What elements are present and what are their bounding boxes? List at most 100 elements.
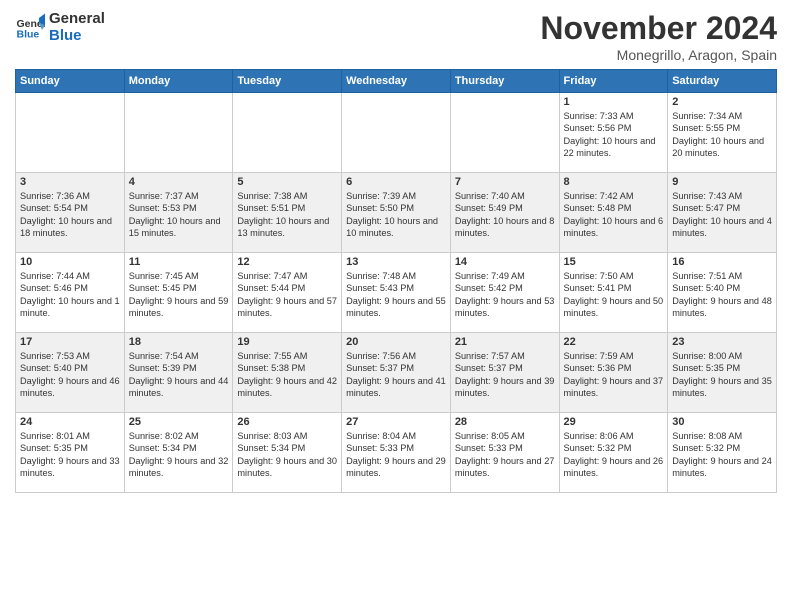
- day-info: Sunrise: 7:50 AM Sunset: 5:41 PM Dayligh…: [564, 270, 664, 320]
- calendar-cell: 27Sunrise: 8:04 AM Sunset: 5:33 PM Dayli…: [342, 413, 451, 493]
- day-number: 10: [20, 256, 120, 268]
- weekday-header-monday: Monday: [124, 70, 233, 93]
- calendar-cell: 3 Sunrise: 7:36 AM Sunset: 5:54 PM Daylig…: [16, 173, 125, 253]
- calendar-cell: 19Sunrise: 7:55 AM Sunset: 5:38 PM Dayli…: [233, 333, 342, 413]
- calendar-week-1: 1 Sunrise: 7:33 AM Sunset: 5:56 PM Daylig…: [16, 93, 777, 173]
- calendar-cell: 2Sunrise: 7:34 AM Sunset: 5:55 PM Daylig…: [668, 93, 777, 173]
- calendar-cell: 30 Sunrise: 8:08 AM Sunset: 5:32 PM Dayli…: [668, 413, 777, 493]
- day-info: Sunrise: 7:43 AM Sunset: 5:47 PM Dayligh…: [672, 190, 772, 240]
- weekday-header-tuesday: Tuesday: [233, 70, 342, 93]
- calendar-cell: 9 Sunrise: 7:43 AM Sunset: 5:47 PM Daylig…: [668, 173, 777, 253]
- day-info: Sunrise: 8:08 AM Sunset: 5:32 PM Dayligh…: [672, 430, 772, 480]
- day-info: Sunrise: 7:59 AM Sunset: 5:36 PM Dayligh…: [564, 350, 664, 400]
- day-number: 13: [346, 256, 446, 268]
- day-number: 26: [237, 416, 337, 428]
- day-info: Sunrise: 8:03 AM Sunset: 5:34 PM Dayligh…: [237, 430, 337, 480]
- calendar-cell: 29 Sunrise: 8:06 AM Sunset: 5:32 PM Dayli…: [559, 413, 668, 493]
- day-number: 7: [455, 176, 555, 188]
- logo-line1: General: [49, 10, 105, 27]
- day-number: 23: [672, 336, 772, 348]
- day-info: Sunrise: 8:05 AM Sunset: 5:33 PM Dayligh…: [455, 430, 555, 480]
- day-number: 18: [129, 336, 229, 348]
- day-number: 3: [20, 176, 120, 188]
- calendar-cell: 18 Sunrise: 7:54 AM Sunset: 5:39 PM Dayli…: [124, 333, 233, 413]
- calendar-cell: 6 Sunrise: 7:39 AM Sunset: 5:50 PM Daylig…: [342, 173, 451, 253]
- day-info: Sunrise: 7:38 AM Sunset: 5:51 PM Dayligh…: [237, 190, 337, 240]
- day-number: 22: [564, 336, 664, 348]
- calendar-cell: 16 Sunrise: 7:51 AM Sunset: 5:40 PM Dayli…: [668, 253, 777, 333]
- calendar-cell: 11Sunrise: 7:45 AM Sunset: 5:45 PM Dayli…: [124, 253, 233, 333]
- weekday-header-sunday: Sunday: [16, 70, 125, 93]
- calendar-cell: 24 Sunrise: 8:01 AM Sunset: 5:35 PM Dayli…: [16, 413, 125, 493]
- day-info: Sunrise: 7:47 AM Sunset: 5:44 PM Dayligh…: [237, 270, 337, 320]
- calendar-cell: [16, 93, 125, 173]
- day-info: Sunrise: 7:48 AM Sunset: 5:43 PM Dayligh…: [346, 270, 446, 320]
- day-info: Sunrise: 7:40 AM Sunset: 5:49 PM Dayligh…: [455, 190, 555, 240]
- day-number: 27: [346, 416, 446, 428]
- calendar-table: SundayMondayTuesdayWednesdayThursdayFrid…: [15, 69, 777, 493]
- weekday-header-wednesday: Wednesday: [342, 70, 451, 93]
- day-info: Sunrise: 8:06 AM Sunset: 5:32 PM Dayligh…: [564, 430, 664, 480]
- calendar-cell: [233, 93, 342, 173]
- day-number: 16: [672, 256, 772, 268]
- day-number: 1: [564, 96, 664, 108]
- day-info: Sunrise: 7:42 AM Sunset: 5:48 PM Dayligh…: [564, 190, 664, 240]
- calendar-cell: 5 Sunrise: 7:38 AM Sunset: 5:51 PM Daylig…: [233, 173, 342, 253]
- day-number: 8: [564, 176, 664, 188]
- calendar-body: 1 Sunrise: 7:33 AM Sunset: 5:56 PM Daylig…: [16, 93, 777, 493]
- logo-icon: General Blue: [15, 12, 45, 42]
- calendar-cell: 7 Sunrise: 7:40 AM Sunset: 5:49 PM Daylig…: [450, 173, 559, 253]
- calendar-cell: 28 Sunrise: 8:05 AM Sunset: 5:33 PM Dayli…: [450, 413, 559, 493]
- weekday-header-thursday: Thursday: [450, 70, 559, 93]
- calendar-cell: 17Sunrise: 7:53 AM Sunset: 5:40 PM Dayli…: [16, 333, 125, 413]
- calendar-week-4: 17Sunrise: 7:53 AM Sunset: 5:40 PM Dayli…: [16, 333, 777, 413]
- calendar-cell: 10 Sunrise: 7:44 AM Sunset: 5:46 PM Dayli…: [16, 253, 125, 333]
- calendar-cell: 26 Sunrise: 8:03 AM Sunset: 5:34 PM Dayli…: [233, 413, 342, 493]
- day-number: 28: [455, 416, 555, 428]
- day-number: 24: [20, 416, 120, 428]
- calendar-cell: [124, 93, 233, 173]
- day-number: 30: [672, 416, 772, 428]
- calendar-week-5: 24 Sunrise: 8:01 AM Sunset: 5:35 PM Dayli…: [16, 413, 777, 493]
- calendar-cell: 23 Sunrise: 8:00 AM Sunset: 5:35 PM Dayli…: [668, 333, 777, 413]
- calendar-cell: 8 Sunrise: 7:42 AM Sunset: 5:48 PM Daylig…: [559, 173, 668, 253]
- day-info: Sunrise: 7:53 AM Sunset: 5:40 PM Dayligh…: [20, 350, 120, 400]
- svg-text:Blue: Blue: [17, 29, 40, 41]
- day-info: Sunrise: 7:39 AM Sunset: 5:50 PM Dayligh…: [346, 190, 446, 240]
- weekday-header-friday: Friday: [559, 70, 668, 93]
- day-info: Sunrise: 7:36 AM Sunset: 5:54 PM Dayligh…: [20, 190, 120, 240]
- day-number: 19: [237, 336, 337, 348]
- day-number: 9: [672, 176, 772, 188]
- calendar-cell: 4 Sunrise: 7:37 AM Sunset: 5:53 PM Daylig…: [124, 173, 233, 253]
- day-number: 4: [129, 176, 229, 188]
- day-info: Sunrise: 8:02 AM Sunset: 5:34 PM Dayligh…: [129, 430, 229, 480]
- day-number: 14: [455, 256, 555, 268]
- day-number: 11: [129, 256, 229, 268]
- day-info: Sunrise: 8:01 AM Sunset: 5:35 PM Dayligh…: [20, 430, 120, 480]
- month-title: November 2024: [540, 10, 777, 47]
- calendar-cell: 14Sunrise: 7:49 AM Sunset: 5:42 PM Dayli…: [450, 253, 559, 333]
- calendar-week-3: 10 Sunrise: 7:44 AM Sunset: 5:46 PM Dayli…: [16, 253, 777, 333]
- calendar-cell: 21Sunrise: 7:57 AM Sunset: 5:37 PM Dayli…: [450, 333, 559, 413]
- day-number: 12: [237, 256, 337, 268]
- calendar-header-row: SundayMondayTuesdayWednesdayThursdayFrid…: [16, 70, 777, 93]
- calendar-cell: 20Sunrise: 7:56 AM Sunset: 5:37 PM Dayli…: [342, 333, 451, 413]
- day-number: 6: [346, 176, 446, 188]
- day-info: Sunrise: 7:44 AM Sunset: 5:46 PM Dayligh…: [20, 270, 120, 320]
- day-info: Sunrise: 7:37 AM Sunset: 5:53 PM Dayligh…: [129, 190, 229, 240]
- day-number: 29: [564, 416, 664, 428]
- main-container: General Blue General Blue November 2024 …: [0, 0, 792, 503]
- weekday-header-saturday: Saturday: [668, 70, 777, 93]
- calendar-cell: 13 Sunrise: 7:48 AM Sunset: 5:43 PM Dayli…: [342, 253, 451, 333]
- day-info: Sunrise: 7:56 AM Sunset: 5:37 PM Dayligh…: [346, 350, 446, 400]
- day-info: Sunrise: 7:54 AM Sunset: 5:39 PM Dayligh…: [129, 350, 229, 400]
- day-number: 5: [237, 176, 337, 188]
- day-info: Sunrise: 8:00 AM Sunset: 5:35 PM Dayligh…: [672, 350, 772, 400]
- day-info: Sunrise: 7:33 AM Sunset: 5:56 PM Dayligh…: [564, 110, 664, 160]
- calendar-cell: 25Sunrise: 8:02 AM Sunset: 5:34 PM Dayli…: [124, 413, 233, 493]
- day-info: Sunrise: 7:51 AM Sunset: 5:40 PM Dayligh…: [672, 270, 772, 320]
- calendar-cell: 15Sunrise: 7:50 AM Sunset: 5:41 PM Dayli…: [559, 253, 668, 333]
- logo-line2: Blue: [49, 27, 105, 44]
- day-info: Sunrise: 7:34 AM Sunset: 5:55 PM Dayligh…: [672, 110, 772, 160]
- calendar-cell: 22 Sunrise: 7:59 AM Sunset: 5:36 PM Dayli…: [559, 333, 668, 413]
